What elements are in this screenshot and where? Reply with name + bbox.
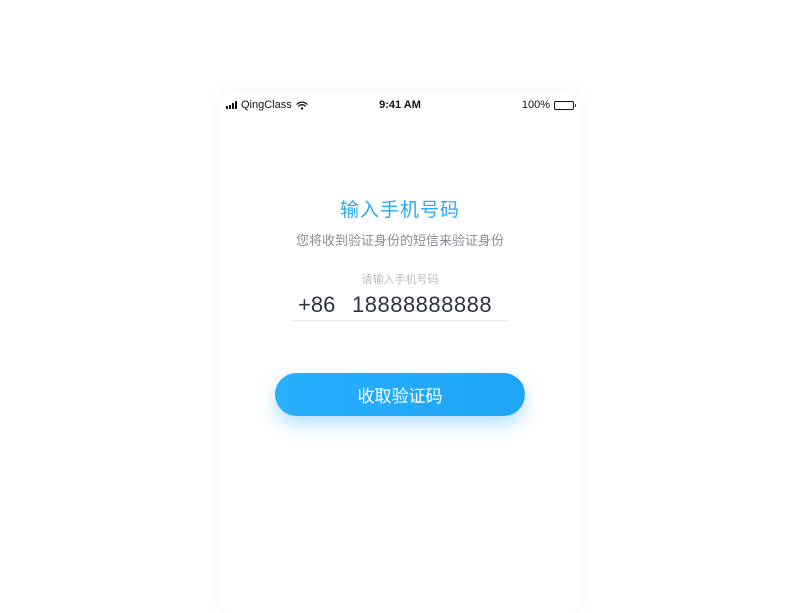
phone-field-label: 请输入手机号码 xyxy=(361,274,439,286)
status-bar: QingClass 9:41 AM 100% xyxy=(220,93,580,117)
phone-input-row: +86 xyxy=(292,289,508,321)
page-title: 输入手机号码 xyxy=(339,200,460,221)
phone-frame: QingClass 9:41 AM 100% 输入手机号码 您将收到验证身份的短… xyxy=(220,93,580,613)
country-code-selector[interactable]: +86 xyxy=(292,292,352,318)
status-bar-right: 100% xyxy=(521,99,576,111)
page-subtitle: 您将收到验证身份的短信来验证身份 xyxy=(295,233,504,248)
get-code-button[interactable]: 收取验证码 xyxy=(275,373,525,416)
phone-number-input[interactable] xyxy=(352,291,502,318)
battery-icon xyxy=(554,100,576,110)
battery-percent: 100% xyxy=(521,99,550,111)
